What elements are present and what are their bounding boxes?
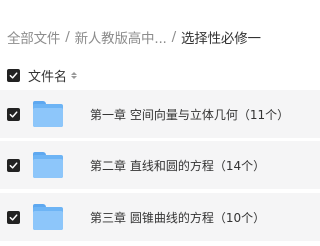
row-checkbox[interactable]	[7, 210, 20, 224]
sort-icon[interactable]	[71, 71, 78, 79]
row-checkbox[interactable]	[7, 158, 20, 172]
column-filename[interactable]: 文件名	[28, 66, 67, 85]
row-checkbox[interactable]	[7, 107, 20, 121]
check-icon	[9, 71, 18, 79]
file-row[interactable]: 第三章 圆锥曲线的方程（10个）	[0, 193, 320, 241]
file-name[interactable]: 第二章 直线和圆的方程（14个）	[90, 157, 265, 174]
file-name[interactable]: 第一章 空间向量与立体几何（11个）	[90, 106, 289, 123]
file-row[interactable]: 第二章 直线和圆的方程（14个）	[0, 141, 320, 189]
select-all-checkbox[interactable]	[7, 68, 20, 82]
check-icon	[9, 213, 18, 221]
check-icon	[9, 110, 18, 118]
breadcrumb: 全部文件 / 新人教版高中... / 选择性必修一	[7, 27, 261, 47]
folder-icon	[33, 152, 63, 178]
file-name[interactable]: 第三章 圆锥曲线的方程（10个）	[90, 209, 265, 226]
file-row[interactable]: 第一章 空间向量与立体几何（11个）	[0, 90, 320, 138]
breadcrumb-middle[interactable]: 新人教版高中...	[75, 27, 167, 47]
check-icon	[9, 161, 18, 169]
breadcrumb-separator: /	[65, 29, 70, 45]
breadcrumb-root[interactable]: 全部文件	[7, 27, 60, 47]
file-list-header: 文件名	[0, 63, 320, 87]
folder-icon	[33, 101, 63, 127]
folder-icon	[33, 204, 63, 230]
breadcrumb-separator: /	[171, 29, 177, 45]
breadcrumb-current: 选择性必修一	[181, 31, 261, 47]
